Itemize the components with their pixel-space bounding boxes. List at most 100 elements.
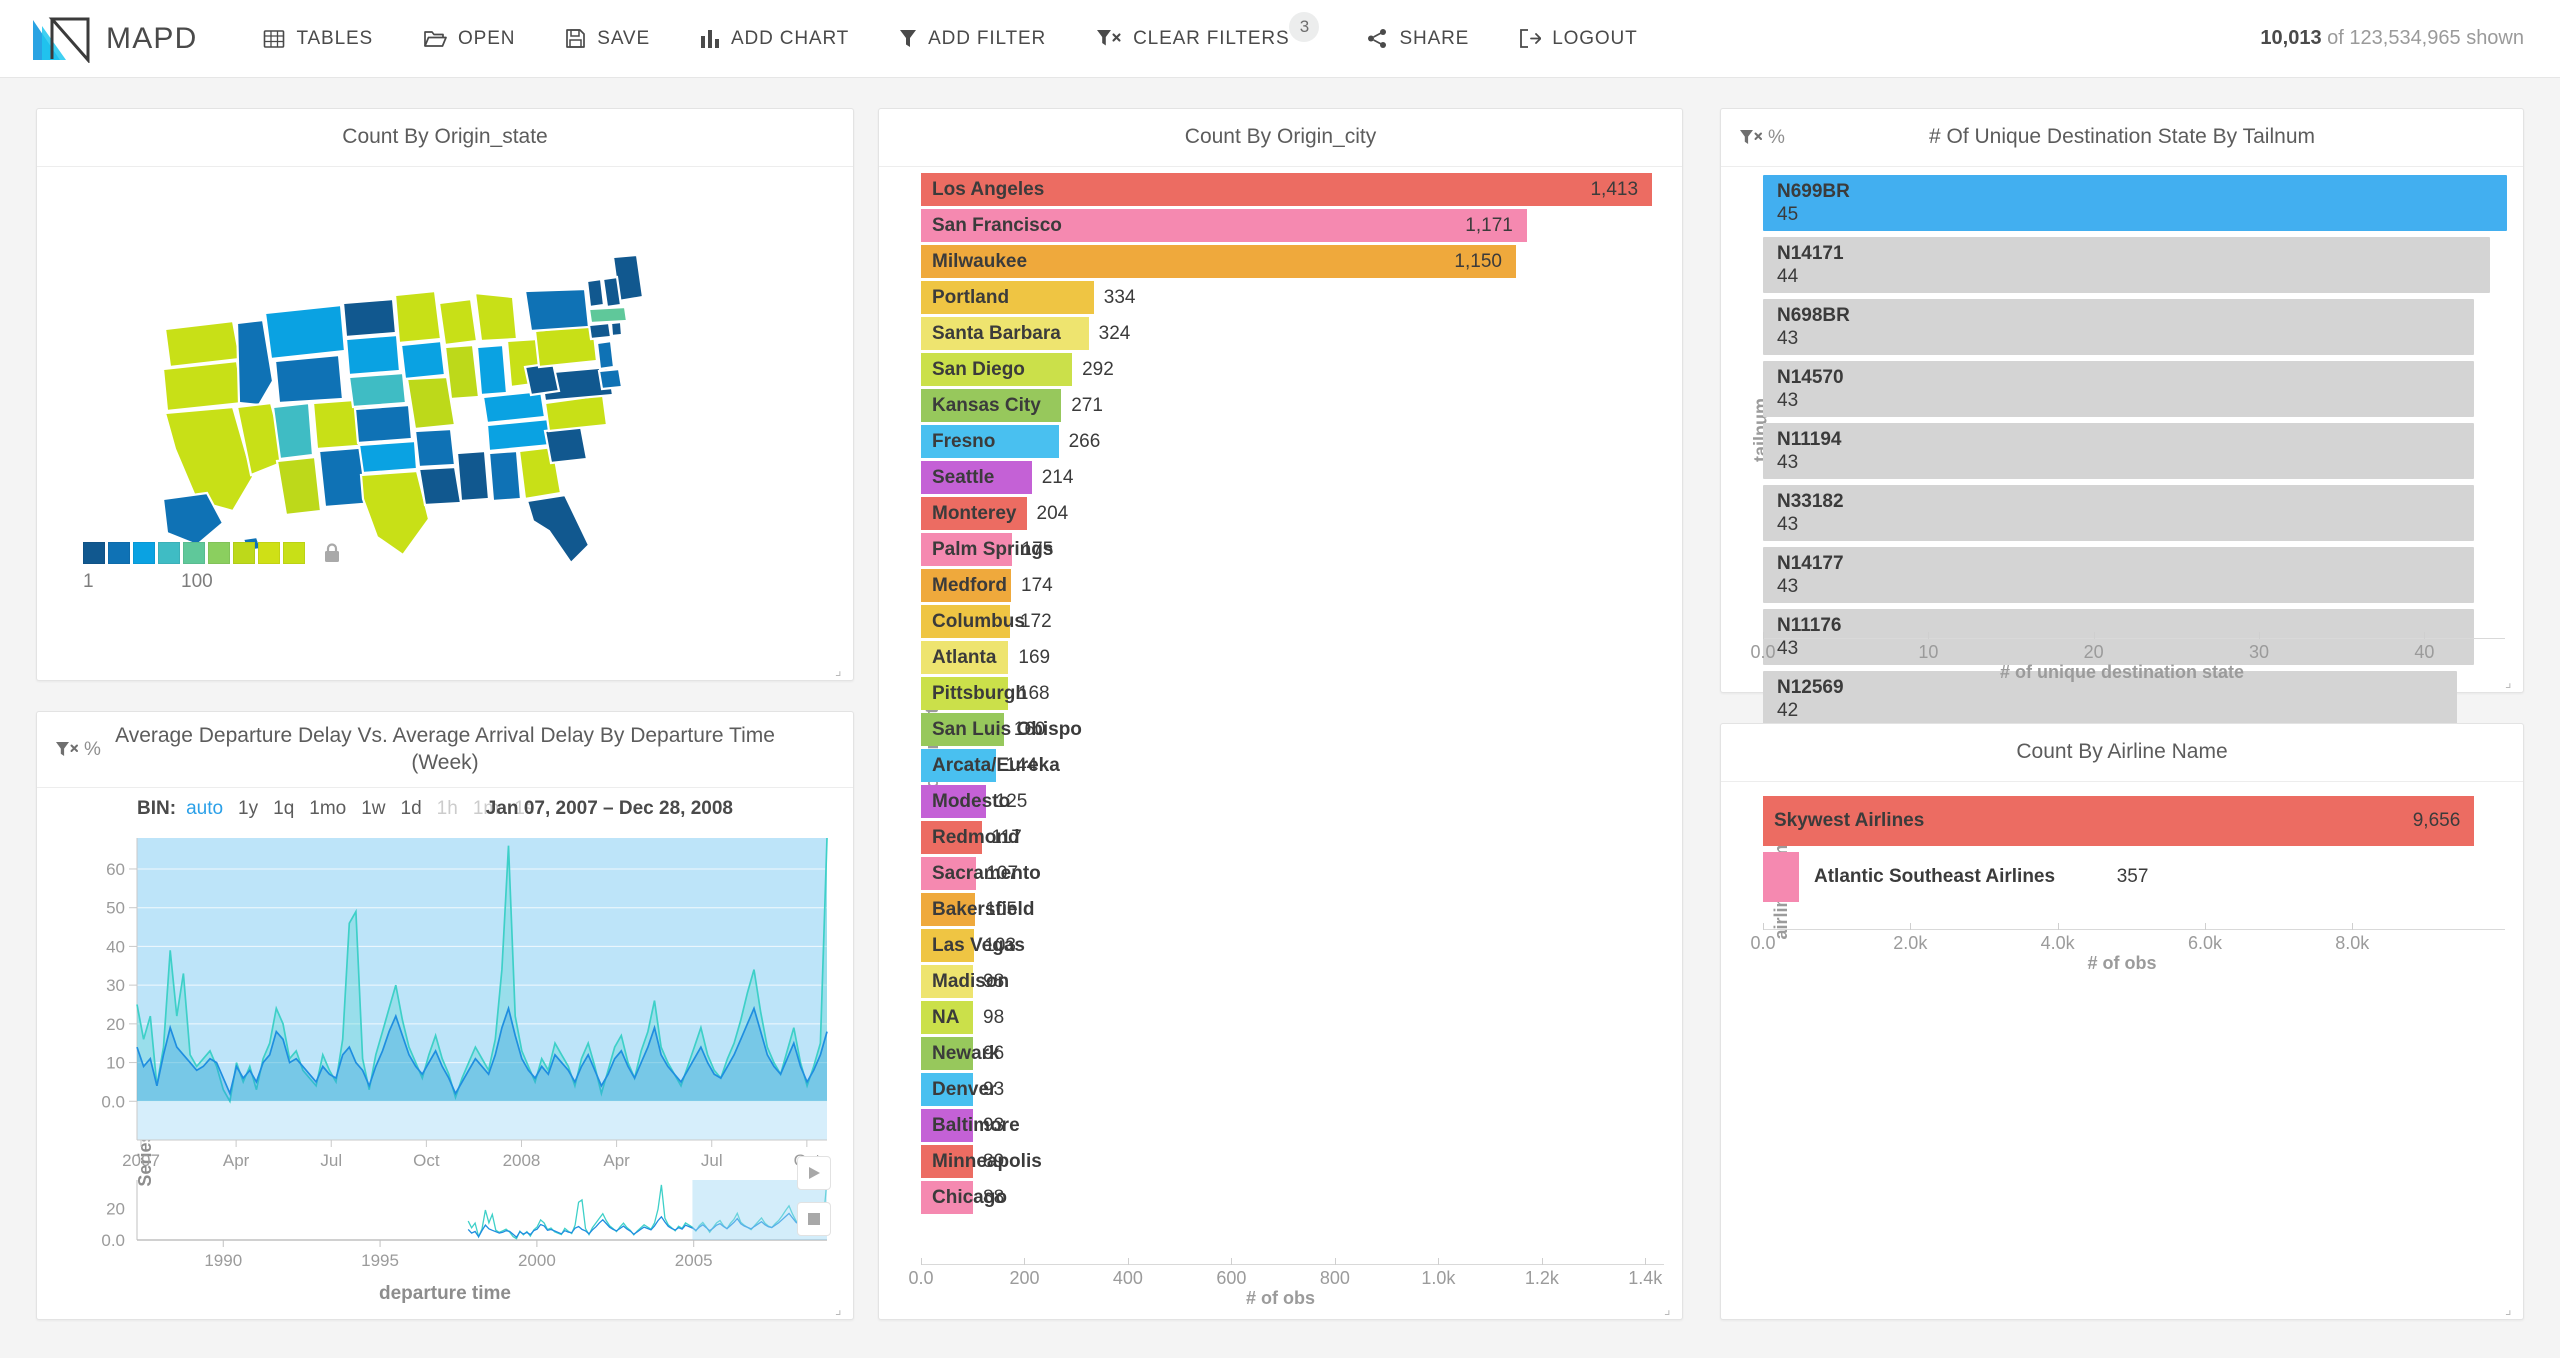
range-selector-chart[interactable]: 0.0 20 1990 1995 2000 2005 xyxy=(37,1174,855,1284)
bar-row[interactable]: Columbus 172 xyxy=(921,605,1664,638)
bar-row[interactable]: Seattle 214 xyxy=(921,461,1664,494)
bar-row[interactable]: Medford 174 xyxy=(921,569,1664,602)
bar-row[interactable]: Minneapolis 89 xyxy=(921,1145,1664,1178)
bar-fill[interactable]: Baltimore xyxy=(921,1109,1020,1142)
bar-fill[interactable]: Kansas City xyxy=(921,389,1062,422)
bar-row[interactable]: N11194 43 xyxy=(1763,423,2505,479)
bar-row[interactable]: N11176 43 xyxy=(1763,609,2505,665)
bar-fill[interactable]: Los Angeles 1,413 xyxy=(921,173,1653,206)
us-states-map[interactable] xyxy=(37,181,855,581)
bar-fill[interactable]: N33182 43 xyxy=(1763,485,2474,541)
bar-row[interactable]: Palm Springs 175 xyxy=(921,533,1664,566)
nav-open[interactable]: OPEN xyxy=(423,22,515,56)
choropleth-map[interactable]: 1 100 xyxy=(37,167,853,627)
bar-fill[interactable]: Medford xyxy=(921,569,1012,602)
bar-row[interactable]: Chicago 88 xyxy=(921,1181,1664,1214)
bar-fill[interactable]: Redmond xyxy=(921,821,1020,854)
filter-indicator[interactable]: % xyxy=(55,739,101,761)
bin-option-1w[interactable]: 1w xyxy=(361,798,385,820)
resize-handle[interactable]: ⌟ xyxy=(835,1302,847,1316)
bar-row[interactable]: N33182 43 xyxy=(1763,485,2505,541)
bar-fill[interactable]: Milwaukee 1,150 xyxy=(921,245,1516,278)
nav-tables[interactable]: TABLES xyxy=(263,22,373,56)
bar-fill[interactable]: N698BR 43 xyxy=(1763,299,2474,355)
bar-fill[interactable]: San Diego xyxy=(921,353,1073,386)
bar-fill[interactable]: N11194 43 xyxy=(1763,423,2474,479)
bin-option-1q[interactable]: 1q xyxy=(273,798,294,820)
bar-row[interactable]: N14171 44 xyxy=(1763,237,2505,293)
bar-row[interactable]: Atlanta 169 xyxy=(921,641,1664,674)
bar-row[interactable]: Madison 98 xyxy=(921,965,1664,998)
bar-row[interactable]: N14570 43 xyxy=(1763,361,2505,417)
bar-row[interactable]: Denver 93 xyxy=(921,1073,1664,1106)
lock-icon[interactable] xyxy=(322,542,342,564)
bar-fill[interactable]: Monterey xyxy=(921,497,1027,530)
bar-row[interactable]: Kansas City 271 xyxy=(921,389,1664,422)
nav-clear-filters[interactable]: CLEAR FILTERS 3 xyxy=(1096,11,1320,56)
bar-fill[interactable]: Atlanta xyxy=(921,641,1009,674)
stop-button[interactable] xyxy=(797,1202,831,1236)
resize-handle[interactable]: ⌟ xyxy=(2505,675,2517,689)
bar-row[interactable]: Los Angeles 1,413 xyxy=(921,173,1664,206)
bar-row[interactable]: Bakersfield 105 xyxy=(921,893,1664,926)
bar-row[interactable]: Baltimore 93 xyxy=(921,1109,1664,1142)
nav-logout[interactable]: LOGOUT xyxy=(1519,22,1637,56)
bar-fill[interactable]: Denver xyxy=(921,1073,996,1106)
brand-logo[interactable]: MAPD xyxy=(30,15,197,63)
bin-option-1d[interactable]: 1d xyxy=(401,798,422,820)
bar-row[interactable]: Santa Barbara 324 xyxy=(921,317,1664,350)
bar-row[interactable]: San Luis Obispo 160 xyxy=(921,713,1664,746)
bar-fill[interactable]: Portland xyxy=(921,281,1094,314)
bar-fill[interactable]: Minneapolis xyxy=(921,1145,1042,1178)
bar-row[interactable]: Monterey 204 xyxy=(921,497,1664,530)
bar-row[interactable]: Portland 334 xyxy=(921,281,1664,314)
nav-share[interactable]: SHARE xyxy=(1367,22,1469,56)
bar-fill[interactable]: Madison xyxy=(921,965,1009,998)
bar-fill[interactable]: Newark xyxy=(921,1037,1000,1070)
bar-row[interactable]: Fresno 266 xyxy=(921,425,1664,458)
bar-fill[interactable]: San Francisco 1,171 xyxy=(921,209,1527,242)
bar-row[interactable]: Sacramento 107 xyxy=(921,857,1664,890)
bar-row[interactable]: San Francisco 1,171 xyxy=(921,209,1664,242)
bar-fill[interactable]: Santa Barbara xyxy=(921,317,1089,350)
bar-fill[interactable]: NA xyxy=(921,1001,973,1034)
bar-fill[interactable]: Seattle xyxy=(921,461,1032,494)
bar-row[interactable]: NA 98 xyxy=(921,1001,1664,1034)
bar-fill[interactable]: N11176 43 xyxy=(1763,609,2474,665)
bar-fill[interactable] xyxy=(1763,852,1799,902)
bar-fill[interactable]: Columbus xyxy=(921,605,1025,638)
bar-row[interactable]: Arcata/Eureka 144 xyxy=(921,749,1664,782)
bar-row[interactable]: Redmond 117 xyxy=(921,821,1664,854)
bar-fill[interactable]: Fresno xyxy=(921,425,1059,458)
play-button[interactable] xyxy=(797,1156,831,1190)
bar-row[interactable]: Milwaukee 1,150 xyxy=(921,245,1664,278)
bar-fill[interactable]: N14570 43 xyxy=(1763,361,2474,417)
bar-fill[interactable]: Skywest Airlines 9,656 xyxy=(1763,796,2475,846)
bar-row[interactable]: Skywest Airlines 9,656 xyxy=(1763,796,2505,846)
bar-fill[interactable]: Arcata/Eureka xyxy=(921,749,1060,782)
bar-fill[interactable]: N699BR 45 xyxy=(1763,175,2507,231)
bar-row[interactable]: Las Vegas 103 xyxy=(921,929,1664,962)
bar-row[interactable]: Pittsburgh 168 xyxy=(921,677,1664,710)
nav-add-filter[interactable]: ADD FILTER xyxy=(899,22,1046,56)
bin-option-1y[interactable]: 1y xyxy=(238,798,258,820)
bar-fill[interactable]: Sacramento xyxy=(921,857,1041,890)
bar-fill[interactable]: San Luis Obispo xyxy=(921,713,1082,746)
nav-save[interactable]: SAVE xyxy=(565,22,650,56)
bar-row[interactable]: Newark 96 xyxy=(921,1037,1664,1070)
bar-fill[interactable]: Chicago xyxy=(921,1181,1007,1214)
bar-fill[interactable]: Modesto xyxy=(921,785,1010,818)
bin-option-auto[interactable]: auto xyxy=(186,798,223,820)
bar-row[interactable]: Atlantic Southeast Airlines 357 xyxy=(1763,852,2505,902)
bar-fill[interactable]: N14171 44 xyxy=(1763,237,2491,293)
bar-fill[interactable]: Pittsburgh xyxy=(921,677,1027,710)
resize-handle[interactable]: ⌟ xyxy=(835,663,847,677)
resize-handle[interactable]: ⌟ xyxy=(1664,1302,1676,1316)
bar-fill[interactable]: Las Vegas xyxy=(921,929,1025,962)
bar-fill[interactable]: N14177 43 xyxy=(1763,547,2474,603)
bar-row[interactable]: San Diego 292 xyxy=(921,353,1664,386)
bar-fill[interactable]: Palm Springs xyxy=(921,533,1053,566)
filter-indicator[interactable]: % xyxy=(1739,127,1785,149)
bin-option-1mo[interactable]: 1mo xyxy=(309,798,346,820)
nav-add-chart[interactable]: ADD CHART xyxy=(700,22,849,56)
